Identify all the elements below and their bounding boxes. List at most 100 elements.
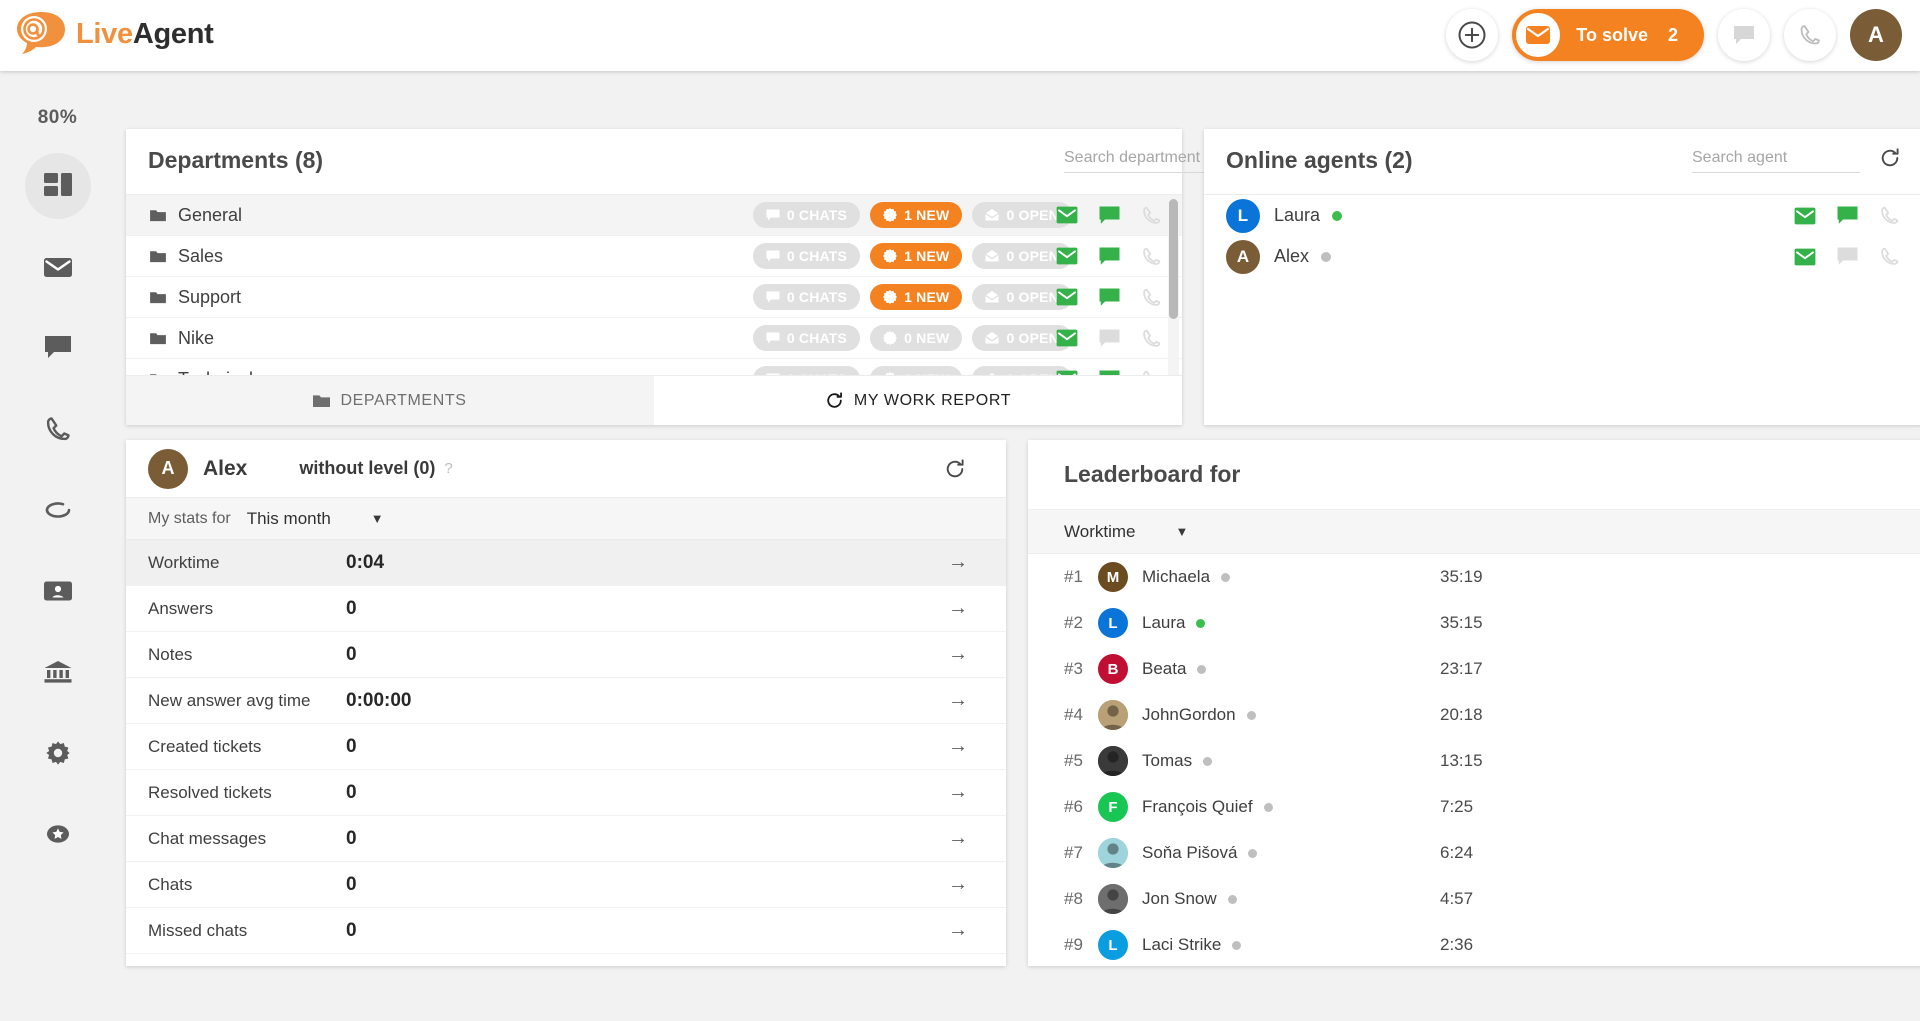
to-solve-button[interactable]: To solve 2 xyxy=(1512,9,1704,61)
stat-row[interactable]: Chats 0 → xyxy=(126,862,1006,908)
add-new-button[interactable] xyxy=(1446,9,1499,61)
sidebar-item-calls[interactable] xyxy=(25,396,91,462)
chat-icon[interactable] xyxy=(1099,329,1120,348)
stat-row[interactable]: Notes 0 → xyxy=(126,632,1006,678)
leaderboard-row[interactable]: #5 Tomas 13:15 xyxy=(1028,738,1920,784)
leaderboard-row[interactable]: #1 M Michaela 35:19 xyxy=(1028,554,1920,600)
leaderboard-row[interactable]: #2 L Laura 35:15 xyxy=(1028,600,1920,646)
arrow-right-icon[interactable]: → xyxy=(948,689,968,712)
departments-list[interactable]: General 0 CHATS 1 NEW 0 OPEN Sales 0 CHATS 1 N… xyxy=(126,195,1182,375)
tab-my-work-report-label: MY WORK REPORT xyxy=(853,391,1012,409)
stat-row[interactable]: Worktime 0:04 → xyxy=(126,540,1006,586)
leaderboard-agent-name: Jon Snow xyxy=(1142,889,1217,908)
status-dot xyxy=(1227,894,1237,904)
phone-icon[interactable] xyxy=(1141,287,1162,308)
stat-row[interactable]: Answers 0 → xyxy=(126,586,1006,632)
arrow-right-icon[interactable]: → xyxy=(948,919,968,942)
phone-icon[interactable] xyxy=(1879,205,1900,226)
new-badge-label: 1 NEW xyxy=(904,248,950,264)
agent-name: Alex xyxy=(1274,246,1310,266)
phone-icon[interactable] xyxy=(1141,328,1162,349)
arrow-right-icon[interactable]: → xyxy=(948,551,968,574)
tab-departments-label: DEPARTMENTS xyxy=(340,391,467,409)
chat-icon[interactable] xyxy=(1837,206,1858,225)
stat-row[interactable]: Resolved tickets 0 → xyxy=(126,770,1006,816)
work-report-refresh-button[interactable] xyxy=(944,458,966,485)
new-badge[interactable]: 1 NEW xyxy=(870,243,963,269)
arrow-right-icon[interactable]: → xyxy=(948,597,968,620)
phone-icon[interactable] xyxy=(1141,205,1162,226)
stat-row[interactable]: Missed chats 0 → xyxy=(126,908,1006,954)
chat-icon[interactable] xyxy=(1837,247,1858,266)
envelope-icon[interactable] xyxy=(1794,248,1816,266)
chats-badge[interactable]: 0 CHATS xyxy=(752,284,861,310)
leaderboard-row[interactable]: #9 L Laci Strike 2:36 xyxy=(1028,922,1920,968)
stat-row[interactable]: Chat messages 0 → xyxy=(126,816,1006,862)
arrow-right-icon[interactable]: → xyxy=(948,827,968,850)
header-chat-button[interactable] xyxy=(1718,9,1770,61)
envelope-icon xyxy=(43,258,72,277)
agent-row[interactable]: A Alex xyxy=(1204,236,1920,277)
user-avatar[interactable]: A xyxy=(1850,9,1902,61)
new-badge[interactable]: 1 NEW xyxy=(870,284,963,310)
department-row[interactable]: Technical0 CHATS0 NEW0 OPEN xyxy=(126,359,1182,375)
envelope-icon[interactable] xyxy=(1056,329,1078,347)
agent-row[interactable]: L Laura xyxy=(1204,195,1920,236)
stat-row[interactable]: New answer avg time 0:00:00 → xyxy=(126,678,1006,724)
chat-icon[interactable] xyxy=(1099,247,1120,266)
sidebar-item-chats[interactable] xyxy=(25,315,91,381)
new-badge[interactable]: 1 NEW xyxy=(870,202,963,228)
departments-scrollbar[interactable] xyxy=(1168,195,1179,375)
arrow-right-icon[interactable]: → xyxy=(948,873,968,896)
chats-badge[interactable]: 0 CHATS xyxy=(752,202,861,228)
sidebar-item-contacts[interactable] xyxy=(25,558,91,624)
sidebar-item-dashboard[interactable] xyxy=(24,153,91,219)
phone-icon[interactable] xyxy=(1879,246,1900,267)
department-row[interactable]: Support 0 CHATS 1 NEW 0 OPEN xyxy=(126,277,1182,318)
leaderboard-row[interactable]: #8 Jon Snow 4:57 xyxy=(1028,876,1920,922)
envelope-icon[interactable] xyxy=(1056,247,1078,265)
new-badge[interactable]: 0 NEW xyxy=(870,325,963,351)
app-logo[interactable]: LiveAgent xyxy=(14,8,214,60)
chats-badge[interactable]: 0 CHATS xyxy=(752,366,861,375)
sidebar-item-settings[interactable] xyxy=(25,720,91,786)
leaderboard-row[interactable]: #3 B Beata 23:17 xyxy=(1028,646,1920,692)
leaderboard-metric-selector[interactable]: Worktime ▼ xyxy=(1028,510,1920,554)
my-work-report-panel: A Alex without level (0) ? My stats for … xyxy=(126,440,1006,966)
sidebar-item-activity[interactable] xyxy=(25,477,91,543)
arrow-right-icon[interactable]: → xyxy=(948,735,968,758)
work-report-period-selector[interactable]: My stats for This month ▼ xyxy=(126,498,1006,540)
header-phone-button[interactable] xyxy=(1784,9,1836,61)
department-badges: 0 CHATS 0 NEW 0 OPEN xyxy=(752,325,1072,351)
chats-badge[interactable]: 0 CHATS xyxy=(752,243,861,269)
leaderboard-avatar: B xyxy=(1098,654,1128,684)
sidebar-item-gamification[interactable] xyxy=(25,801,91,867)
leaderboard-agent-name: Michaela xyxy=(1142,567,1211,586)
to-solve-icon-circle xyxy=(1516,13,1561,57)
help-icon[interactable]: ? xyxy=(444,460,452,477)
arrow-right-icon[interactable]: → xyxy=(948,781,968,804)
search-agent-input[interactable] xyxy=(1692,149,1860,173)
new-badge[interactable]: 0 NEW xyxy=(870,366,963,375)
envelope-icon[interactable] xyxy=(1056,288,1078,306)
department-row[interactable]: General 0 CHATS 1 NEW 0 OPEN xyxy=(126,195,1182,236)
chats-badge[interactable]: 0 CHATS xyxy=(752,325,861,351)
envelope-icon[interactable] xyxy=(1794,207,1816,225)
chat-icon[interactable] xyxy=(1099,288,1120,307)
envelope-icon[interactable] xyxy=(1056,206,1078,224)
leaderboard-row[interactable]: #4 JohnGordon 20:18 xyxy=(1028,692,1920,738)
arrow-right-icon[interactable]: → xyxy=(948,643,968,666)
department-row[interactable]: Nike 0 CHATS 0 NEW 0 OPEN xyxy=(126,318,1182,359)
tab-my-work-report[interactable]: MY WORK REPORT xyxy=(654,376,1182,425)
chat-icon[interactable] xyxy=(1099,206,1120,225)
department-row[interactable]: Sales 0 CHATS 1 NEW 0 OPEN xyxy=(126,236,1182,277)
phone-icon[interactable] xyxy=(1141,246,1162,267)
envelope-open-icon xyxy=(985,291,1000,303)
leaderboard-row[interactable]: #6 F François Quief 7:25 xyxy=(1028,784,1920,830)
stat-row[interactable]: Created tickets 0 → xyxy=(126,724,1006,770)
leaderboard-row[interactable]: #7 Soňa Pišová 6:24 xyxy=(1028,830,1920,876)
sidebar-item-organizations[interactable] xyxy=(25,639,91,705)
sidebar-item-tickets[interactable] xyxy=(25,234,91,300)
agents-refresh-button[interactable] xyxy=(1879,147,1901,174)
tab-departments[interactable]: DEPARTMENTS xyxy=(126,376,654,425)
